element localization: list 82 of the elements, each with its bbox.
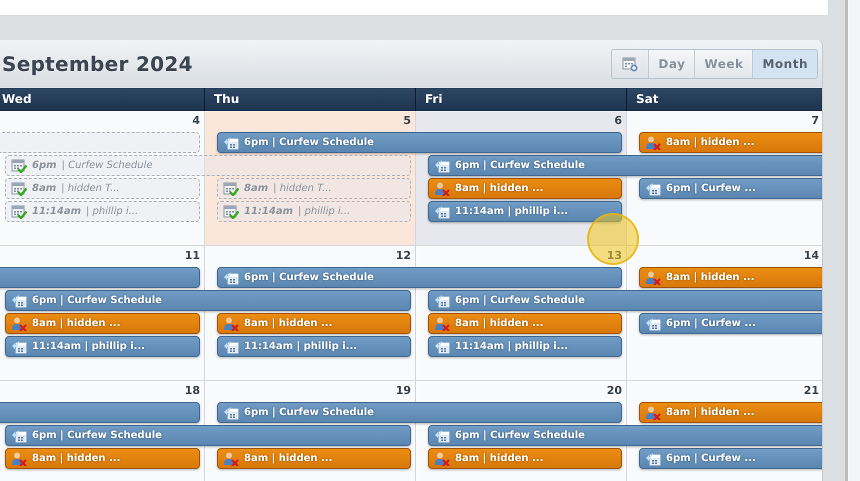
calendar-icon <box>645 316 661 330</box>
person-x-icon <box>223 316 239 330</box>
appointment-event[interactable]: 6pm | Curfew Schedule <box>5 425 411 446</box>
month-title: September 2024 <box>2 52 193 76</box>
person-x-icon <box>434 316 450 330</box>
calendar-icon <box>434 428 450 442</box>
calendar-icon <box>223 270 239 284</box>
appointment-event[interactable]: 6pm | Curfew Schedule <box>428 155 822 176</box>
person-x-icon <box>223 452 239 466</box>
view-tab[interactable]: Week <box>694 50 752 78</box>
date-number[interactable]: 7 <box>811 111 822 127</box>
scrollbar-track[interactable] <box>845 0 860 481</box>
calendar-icon <box>223 406 239 420</box>
calendar-icon <box>223 136 239 150</box>
completed-event[interactable]: 11:14am | phillip i... <box>5 201 200 222</box>
appointment-event[interactable]: 11:14am | phillip i... <box>428 201 622 222</box>
click-highlight <box>587 213 639 265</box>
appointment-event[interactable]: 6pm | Curfew ... <box>639 448 822 469</box>
calendar-icon <box>223 340 239 354</box>
calendar-check-icon <box>11 158 27 172</box>
completed-event[interactable]: 8am | hidden T... <box>217 178 411 199</box>
appointment-event[interactable]: 6pm | Curfew Schedule <box>428 425 822 446</box>
appointment-event[interactable] <box>0 267 200 288</box>
calendar-icon <box>434 204 450 218</box>
calendar-icon <box>645 452 661 466</box>
appointment-event[interactable]: 11:14am | phillip i... <box>428 336 622 357</box>
appointment-event[interactable]: 6pm | Curfew Schedule <box>217 402 622 423</box>
person-x-icon <box>645 136 661 150</box>
calendar-check-icon <box>11 182 27 196</box>
absence-event[interactable]: 8am | hidden ... <box>428 178 622 199</box>
appointment-event[interactable]: 6pm | Curfew Schedule <box>217 267 622 288</box>
calendar-check-icon <box>223 204 239 218</box>
date-number[interactable]: 13 <box>606 246 626 262</box>
date-number[interactable]: 19 <box>396 381 415 397</box>
absence-event[interactable]: 8am | hidden ... <box>639 402 822 423</box>
absence-event[interactable]: 8am | hidden ... <box>217 313 411 334</box>
person-x-icon <box>434 182 450 196</box>
absence-event[interactable]: 8am | hidden ... <box>5 313 200 334</box>
calendar-icon <box>11 428 27 442</box>
person-x-icon <box>645 406 661 420</box>
appointment-event[interactable] <box>0 402 200 423</box>
date-number[interactable]: 4 <box>192 111 204 127</box>
calendar-icon <box>645 182 661 196</box>
appointment-event[interactable]: 6pm | Curfew Schedule <box>428 290 822 311</box>
date-number[interactable]: 14 <box>804 246 822 262</box>
absence-event[interactable]: 8am | hidden ... <box>217 448 411 469</box>
calendar-check-icon <box>11 204 27 218</box>
calendar-icon <box>11 340 27 354</box>
calendar-check-icon <box>223 182 239 196</box>
view-tab[interactable]: Day <box>648 50 694 78</box>
absence-event[interactable]: 8am | hidden ... <box>428 313 622 334</box>
calendar-icon <box>11 294 27 308</box>
absence-event[interactable]: 8am | hidden ... <box>639 267 822 288</box>
appointment-event[interactable]: 6pm | Curfew Schedule <box>217 132 622 153</box>
person-x-icon <box>434 452 450 466</box>
date-number[interactable]: 12 <box>396 246 415 262</box>
date-number[interactable]: 11 <box>184 246 204 262</box>
appointment-event[interactable]: 6pm | Curfew ... <box>639 313 822 334</box>
person-x-icon <box>645 270 661 284</box>
completed-event[interactable]: 11:14am | phillip i... <box>217 201 411 222</box>
date-number[interactable]: 20 <box>606 381 626 397</box>
calendar-icon <box>434 340 450 354</box>
appointment-event[interactable]: 11:14am | phillip i... <box>5 336 200 357</box>
date-number[interactable]: 18 <box>184 381 204 397</box>
completed-event[interactable]: 6pm | Curfew Schedule <box>5 155 411 176</box>
appointment-event[interactable]: 11:14am | phillip i... <box>217 336 411 357</box>
date-number[interactable]: 21 <box>804 381 822 397</box>
appointment-event[interactable]: 6pm | Curfew ... <box>639 178 822 199</box>
person-x-icon <box>11 452 27 466</box>
person-x-icon <box>11 316 27 330</box>
date-number[interactable]: 5 <box>403 111 415 127</box>
appointment-event[interactable]: 6pm | Curfew Schedule <box>5 290 411 311</box>
date-number[interactable]: 6 <box>614 111 626 127</box>
view-tab[interactable]: Month <box>752 50 817 78</box>
completed-event[interactable]: 8am | hidden T... <box>5 178 200 199</box>
calendar-icon <box>434 158 450 172</box>
absence-event[interactable]: 8am | hidden ... <box>5 448 200 469</box>
calendar-add-icon <box>622 56 638 72</box>
absence-event[interactable]: 8am | hidden ... <box>639 132 822 153</box>
absence-event[interactable]: 8am | hidden ... <box>428 448 622 469</box>
calendar-icon <box>434 294 450 308</box>
completed-event[interactable] <box>0 132 200 153</box>
